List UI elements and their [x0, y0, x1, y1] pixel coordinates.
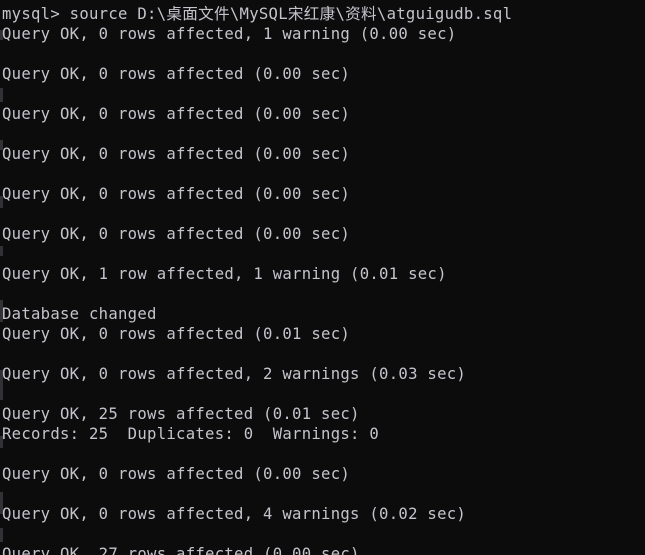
terminal-line: Query OK, 0 rows affected (0.00 sec)	[2, 105, 351, 123]
terminal-line: Query OK, 27 rows affected (0.00 sec)	[2, 545, 360, 555]
terminal-line: Query OK, 0 rows affected, 2 warnings (0…	[2, 365, 467, 383]
terminal-line: Query OK, 0 rows affected (0.00 sec)	[2, 225, 351, 243]
terminal-line: Records: 25 Duplicates: 0 Warnings: 0	[2, 425, 380, 443]
terminal-line: Query OK, 0 rows affected, 1 warning (0.…	[2, 25, 457, 43]
terminal-output-area[interactable]: mysql> source D:\桌面文件\MySQL宋红康\资料\atguig…	[0, 0, 645, 555]
terminal-line: Query OK, 25 rows affected (0.01 sec)	[2, 405, 360, 423]
terminal-line: Query OK, 0 rows affected, 4 warnings (0…	[2, 505, 467, 523]
terminal-line: Query OK, 0 rows affected (0.00 sec)	[2, 65, 351, 83]
terminal-line: Database changed	[2, 305, 157, 323]
terminal-line: Query OK, 1 row affected, 1 warning (0.0…	[2, 265, 447, 283]
terminal-window[interactable]: mysql> source D:\桌面文件\MySQL宋红康\资料\atguig…	[0, 0, 645, 555]
terminal-line: Query OK, 0 rows affected (0.00 sec)	[2, 185, 351, 203]
terminal-line: mysql> source D:\桌面文件\MySQL宋红康\资料\atguig…	[2, 5, 513, 23]
terminal-line: Query OK, 0 rows affected (0.00 sec)	[2, 465, 351, 483]
terminal-line: Query OK, 0 rows affected (0.01 sec)	[2, 325, 351, 343]
terminal-line: Query OK, 0 rows affected (0.00 sec)	[2, 145, 351, 163]
